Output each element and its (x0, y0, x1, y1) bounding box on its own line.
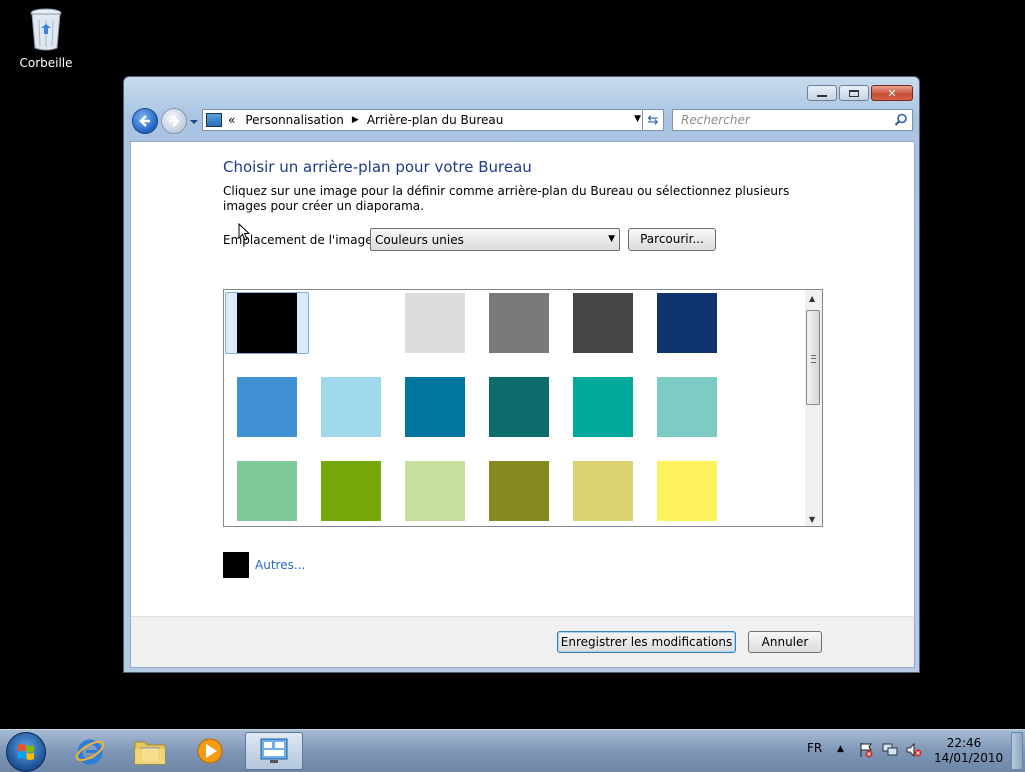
recycle-bin-label: Corbeille (19, 56, 73, 70)
search-placeholder: Rechercher (681, 113, 750, 127)
window-controls: ✕ (807, 85, 913, 101)
control-panel-icon (206, 113, 222, 127)
page-title: Choisir un arrière-plan pour votre Burea… (223, 158, 532, 176)
other-color-swatch[interactable] (223, 552, 249, 578)
refresh-button[interactable]: ⇆ (642, 109, 664, 131)
breadcrumb-separator-icon[interactable]: ▶ (352, 115, 359, 125)
search-icon[interactable] (894, 113, 908, 127)
windows-logo-icon (18, 744, 34, 760)
color-swatch[interactable] (237, 461, 297, 521)
picture-location-select[interactable]: Couleurs unies ▼ (370, 228, 620, 251)
color-swatch[interactable] (657, 461, 717, 521)
maximize-icon (849, 89, 859, 97)
refresh-icon: ⇆ (647, 112, 659, 128)
content-pane: Choisir un arrière-plan pour votre Burea… (130, 141, 915, 668)
color-swatch[interactable] (321, 293, 381, 353)
network-icon[interactable] (882, 742, 898, 758)
scroll-down-icon[interactable]: ▼ (809, 515, 815, 524)
color-swatch[interactable] (405, 293, 465, 353)
breadcrumb-desktop-background[interactable]: Arrière-plan du Bureau (367, 113, 504, 127)
color-swatch[interactable] (237, 377, 297, 437)
vertical-scrollbar[interactable]: ▲ ▼ (805, 290, 822, 526)
chevron-down-icon (190, 120, 198, 124)
taskbar-clock[interactable]: 22:46 14/01/2010 (934, 736, 1004, 766)
color-swatch[interactable] (237, 293, 297, 353)
taskbar-internet-explorer[interactable] (61, 732, 119, 770)
internet-explorer-icon (75, 739, 105, 765)
forward-button[interactable] (161, 108, 187, 134)
color-swatch[interactable] (657, 293, 717, 353)
color-swatch[interactable] (573, 377, 633, 437)
recycle-bin-desktop-icon[interactable]: Corbeille (14, 8, 78, 70)
clock-date: 14/01/2010 (934, 751, 1004, 765)
color-swatch[interactable] (405, 461, 465, 521)
color-swatch[interactable] (657, 377, 717, 437)
color-swatch-list: ▲ ▼ (223, 289, 823, 527)
address-dropdown-icon[interactable]: ▼ (634, 114, 641, 124)
address-bar[interactable]: « Personnalisation ▶ Arrière-plan du Bur… (202, 109, 648, 131)
recent-pages-button[interactable] (189, 116, 199, 126)
color-swatch[interactable] (489, 377, 549, 437)
taskbar-media-player[interactable] (181, 732, 239, 770)
show-desktop-button[interactable] (1011, 732, 1023, 770)
control-panel-icon (260, 738, 288, 763)
minimize-button[interactable] (807, 85, 837, 101)
recycle-bin-icon (29, 8, 63, 52)
scroll-thumb[interactable] (806, 310, 820, 405)
breadcrumb-overflow[interactable]: « (228, 113, 235, 127)
search-input[interactable]: Rechercher (672, 109, 913, 131)
personalization-window: ✕ « Personnalisation ▶ Arrière-plan du B… (123, 76, 920, 673)
volume-muted-icon[interactable] (906, 742, 922, 758)
color-swatch[interactable] (489, 293, 549, 353)
media-player-icon (197, 738, 223, 764)
back-arrow-icon (139, 115, 150, 127)
language-indicator[interactable]: FR (807, 741, 822, 755)
page-description: Cliquez sur une image pour la définir co… (223, 184, 790, 213)
close-icon: ✕ (887, 86, 897, 100)
color-swatch[interactable] (573, 293, 633, 353)
other-colors-link[interactable]: Autres... (255, 558, 305, 572)
action-center-icon[interactable] (858, 742, 874, 758)
clock-time: 22:46 (946, 736, 982, 750)
chevron-down-icon: ▼ (608, 234, 615, 244)
color-swatch[interactable] (573, 461, 633, 521)
start-button[interactable] (6, 732, 46, 772)
show-hidden-icons-icon[interactable]: ▲ (837, 744, 844, 754)
color-swatch[interactable] (405, 377, 465, 437)
scroll-up-icon[interactable]: ▲ (809, 294, 815, 303)
save-changes-button[interactable]: Enregistrer les modifications (557, 631, 736, 653)
browse-button[interactable]: Parcourir... (628, 228, 716, 251)
picture-location-value: Couleurs unies (375, 233, 464, 247)
color-swatch[interactable] (489, 461, 549, 521)
forward-arrow-icon (169, 115, 180, 127)
taskbar-personalization[interactable] (245, 732, 303, 770)
taskbar-explorer[interactable] (121, 732, 179, 770)
taskbar: FR ▲ 22:46 14/01/2010 (0, 729, 1025, 772)
back-button[interactable] (132, 108, 158, 134)
navigation-bar: « Personnalisation ▶ Arrière-plan du Bur… (132, 107, 913, 135)
close-button[interactable]: ✕ (871, 85, 913, 101)
mouse-cursor-icon (238, 223, 250, 241)
color-swatch[interactable] (321, 377, 381, 437)
color-swatch[interactable] (321, 461, 381, 521)
breadcrumb-personalisation[interactable]: Personnalisation (245, 113, 344, 127)
footer-bar: Enregistrer les modifications Annuler (131, 616, 914, 667)
maximize-button[interactable] (839, 85, 869, 101)
minimize-icon (817, 94, 827, 97)
folder-icon (134, 741, 166, 765)
cancel-button[interactable]: Annuler (748, 631, 822, 653)
